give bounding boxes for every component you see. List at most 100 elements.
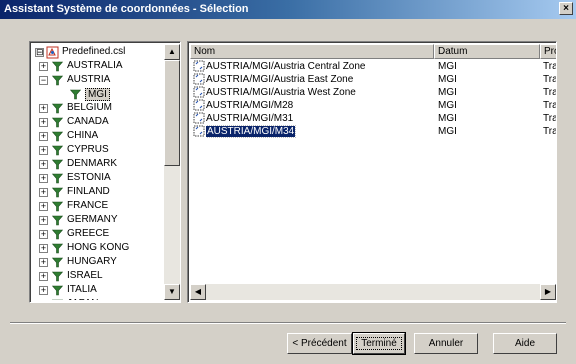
help-button[interactable]: Aide: [493, 333, 557, 354]
finish-button[interactable]: Terminé: [352, 332, 406, 355]
scroll-left-button[interactable]: ◀: [190, 284, 206, 300]
close-button[interactable]: ×: [559, 2, 573, 15]
table-row[interactable]: AUSTRIA/MGI/M28 MGI Tra: [190, 99, 556, 112]
previous-button[interactable]: < Précédent: [287, 333, 352, 354]
cell-name-text: AUSTRIA/MGI/M28: [206, 100, 294, 111]
tree-item[interactable]: +JAPAN: [32, 298, 164, 300]
cell-projection: Tra: [543, 126, 556, 137]
expand-icon[interactable]: +: [39, 160, 48, 169]
title-bar[interactable]: Assistant Système de coordonnées - Sélec…: [0, 0, 576, 19]
collapse-icon[interactable]: ⊟: [35, 48, 44, 57]
expand-icon[interactable]: +: [39, 146, 48, 155]
expand-icon[interactable]: +: [39, 272, 48, 281]
coordinate-system-icon: [193, 125, 205, 137]
tree-item[interactable]: + FRANCE: [32, 200, 164, 214]
expand-icon[interactable]: +: [39, 230, 48, 239]
tree-view[interactable]: ⊟ Predefined.csl + AUSTRALIA − AUSTRIA MGI + B…: [32, 44, 164, 300]
tree-item-label: FINLAND: [67, 186, 110, 197]
table-row[interactable]: AUSTRIA/MGI/Austria East Zone MGI Tra: [190, 73, 556, 86]
tree-item-label: ITALIA: [67, 284, 97, 295]
table-row[interactable]: AUSTRIA/MGI/M31 MGI Tra: [190, 112, 556, 125]
tree-item[interactable]: + ESTONIA: [32, 172, 164, 186]
scroll-thumb[interactable]: [164, 60, 180, 166]
button-separator: [10, 322, 566, 324]
expand-icon[interactable]: +: [39, 174, 48, 183]
filter-icon: [70, 89, 81, 100]
cell-name: AUSTRIA/MGI/Austria Central Zone: [206, 60, 434, 73]
tree-item[interactable]: + AUSTRALIA: [32, 60, 164, 74]
filter-icon: [52, 229, 63, 240]
expand-icon[interactable]: +: [39, 62, 48, 71]
table-row[interactable]: AUSTRIA/MGI/Austria Central Zone MGI Tra: [190, 60, 556, 73]
tree-item[interactable]: − AUSTRIA: [32, 74, 164, 88]
filter-icon: [52, 271, 63, 282]
expand-icon[interactable]: +: [39, 258, 48, 267]
tree-item-label: GERMANY: [67, 214, 118, 225]
scroll-down-button[interactable]: ▼: [164, 284, 180, 300]
filter-icon: [52, 159, 63, 170]
coordinate-system-icon: [193, 112, 205, 124]
previous-button-label: < Précédent: [292, 338, 347, 349]
table-row[interactable]: AUSTRIA/MGI/M34 MGI Tra: [190, 125, 556, 138]
filter-icon: [52, 131, 63, 142]
tree-item-label: DENMARK: [67, 158, 118, 169]
tree-item[interactable]: + GERMANY: [32, 214, 164, 228]
cell-name-text: AUSTRIA/MGI/Austria West Zone: [206, 87, 356, 98]
column-header-datum[interactable]: Datum: [434, 44, 540, 59]
coordinate-system-icon: [193, 99, 205, 111]
tree-item[interactable]: + GREECE: [32, 228, 164, 242]
tree-item[interactable]: + FINLAND: [32, 186, 164, 200]
filter-icon: [52, 285, 63, 296]
expand-icon[interactable]: +: [39, 216, 48, 225]
scroll-right-button[interactable]: ▶: [540, 284, 556, 300]
tree-item-label: GREECE: [67, 228, 110, 239]
expand-icon[interactable]: +: [39, 202, 48, 211]
tree-vertical-scrollbar[interactable]: ▲ ▼: [164, 44, 180, 300]
tree-item[interactable]: + DENMARK: [32, 158, 164, 172]
expand-icon[interactable]: +: [39, 104, 48, 113]
tree-item[interactable]: + CHINA: [32, 130, 164, 144]
tree-item[interactable]: MGI: [32, 88, 164, 102]
tree-item-label: FRANCE: [67, 200, 109, 211]
tree-item[interactable]: + BELGIUM: [32, 102, 164, 116]
collapse-icon[interactable]: −: [39, 76, 48, 85]
dialog-window: Assistant Système de coordonnées - Sélec…: [0, 0, 576, 364]
cell-name-text: AUSTRIA/MGI/M34: [206, 125, 297, 138]
list-view[interactable]: Nom Datum Pro AUSTRIA/MGI/Austria Centra…: [190, 44, 556, 284]
cell-name: AUSTRIA/MGI/M31: [206, 112, 434, 125]
filter-icon: [52, 75, 63, 86]
list-panel: Nom Datum Pro AUSTRIA/MGI/Austria Centra…: [187, 41, 557, 303]
expand-icon[interactable]: +: [39, 286, 48, 295]
tree-root-label: Predefined.csl: [62, 46, 126, 57]
tree-item-label: ESTONIA: [67, 172, 111, 183]
tree-item[interactable]: + ISRAEL: [32, 270, 164, 284]
tree-item-label: HUNGARY: [67, 256, 117, 267]
tree-item[interactable]: + HUNGARY: [32, 256, 164, 270]
column-header-projection[interactable]: Pro: [540, 44, 556, 59]
tree-item[interactable]: + CYPRUS: [32, 144, 164, 158]
scroll-up-button[interactable]: ▲: [164, 44, 180, 60]
tree-item-label: AUSTRIA: [67, 74, 111, 85]
filter-icon: [52, 103, 63, 114]
expand-icon[interactable]: +: [39, 244, 48, 253]
filter-icon: [52, 145, 63, 156]
filter-icon: [52, 257, 63, 268]
expand-icon[interactable]: +: [39, 188, 48, 197]
cancel-button[interactable]: Annuler: [414, 333, 478, 354]
tree-item[interactable]: + ITALIA: [32, 284, 164, 298]
expand-icon[interactable]: +: [39, 132, 48, 141]
cell-projection: Tra: [543, 113, 556, 124]
window-title: Assistant Système de coordonnées - Sélec…: [4, 3, 249, 15]
cell-projection: Tra: [543, 61, 556, 72]
expand-icon[interactable]: +: [39, 118, 48, 127]
list-rows: AUSTRIA/MGI/Austria Central Zone MGI Tra AU…: [190, 60, 556, 284]
table-row[interactable]: AUSTRIA/MGI/Austria West Zone MGI Tra: [190, 86, 556, 99]
filter-icon: [52, 215, 63, 226]
list-horizontal-scrollbar[interactable]: ◀ ▶: [190, 284, 556, 300]
tree-item[interactable]: + HONG KONG: [32, 242, 164, 256]
cell-datum: MGI: [438, 100, 457, 111]
tree-item[interactable]: + CANADA: [32, 116, 164, 130]
cell-projection: Tra: [543, 74, 556, 85]
column-header-name[interactable]: Nom: [190, 44, 434, 59]
filter-icon: [52, 173, 63, 184]
